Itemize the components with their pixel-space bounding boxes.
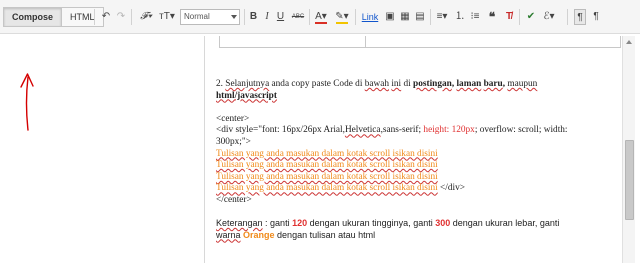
left-to-right-icon[interactable]: ¶ [574,9,586,25]
step-line-continued: html/javascript [216,90,277,101]
highlight-color-icon[interactable]: ✎▾ [334,9,350,25]
quote-icon[interactable]: ❝ [486,9,498,25]
code-center-close: </center> [216,194,252,205]
html-button[interactable]: HTML [61,7,104,27]
align-icon[interactable]: ≡▾ [434,9,450,25]
editor-toolbar: Compose HTML ↶ ↷ 𝓕▾ ᴛT▾ Normal B I U ABC… [0,0,640,34]
image-icon[interactable]: ▣ [384,9,396,25]
separator [519,9,520,25]
separator [355,9,356,25]
text-color-icon[interactable]: A▾ [313,9,329,25]
paragraph-format-value: Normal [184,12,210,21]
separator [94,9,95,25]
numbered-list-icon[interactable]: ⒈ [454,9,466,25]
code-center-open: <center> [216,113,250,124]
undo-icon[interactable]: ↶ [100,9,112,25]
video-icon[interactable]: ▦ [399,9,411,25]
remove-formatting-icon[interactable]: T̸ [503,9,515,25]
separator [244,9,245,25]
separator [131,9,132,25]
sample-text-line: Tulisan yang anda masukan dalam kotak sc… [216,160,438,171]
note-line-continued: warna Orange dengan tulisan atau html [216,229,376,240]
compose-button[interactable]: Compose [3,7,63,27]
redo-icon[interactable]: ↷ [115,9,127,25]
scrollbar-thumb[interactable] [625,140,634,220]
mode-switch: Compose HTML [3,7,104,27]
editor-area[interactable]: 2. Selanjutnya anda copy paste Code di b… [204,36,622,263]
table-divider [365,36,366,47]
separator [567,9,568,25]
step-line: 2. Selanjutnya anda copy paste Code di b… [216,79,538,89]
vertical-scrollbar[interactable] [622,36,635,263]
link-button[interactable]: Link [360,9,380,25]
strikethrough-icon[interactable]: ABC [290,9,306,25]
underline-icon[interactable]: U [275,9,286,25]
input-tools-icon[interactable]: ℰ▾ [541,9,557,25]
note-line: Keterangan : ganti 120 dengan ukuran tin… [216,218,560,229]
table-edge [219,36,621,48]
code-div-open: <div style="font: 16px/26px Arial,Helvet… [216,125,568,136]
paragraph-format-select[interactable]: Normal [180,9,240,25]
sample-text-line-last: Tulisan yang anda masukan dalam kotak sc… [216,183,465,194]
right-to-left-icon[interactable]: ¶ [590,9,602,25]
scroll-up-icon[interactable] [626,40,632,44]
separator [309,9,310,25]
sample-text-line: Tulisan yang anda masukan dalam kotak sc… [216,171,438,182]
chevron-down-icon [231,15,237,19]
separator [430,9,431,25]
italic-icon[interactable]: I [262,9,272,25]
sample-text-line: Tulisan yang anda masukan dalam kotak sc… [216,148,438,159]
red-arrow-annotation [20,73,34,131]
jump-break-icon[interactable]: ▤ [414,9,426,25]
spell-check-icon[interactable]: ✔ [524,9,538,25]
highlight-color-swatch [336,22,348,24]
font-family-icon[interactable]: 𝓕▾ [137,9,155,25]
bulleted-list-icon[interactable]: ⁝≡ [469,9,481,25]
code-div-open-continued: 300px;"> [216,136,251,147]
bold-icon[interactable]: B [248,9,259,25]
post-content[interactable]: 2. Selanjutnya anda copy paste Code di b… [216,79,616,241]
font-size-icon[interactable]: ᴛT▾ [157,9,177,25]
text-color-swatch [315,22,327,24]
